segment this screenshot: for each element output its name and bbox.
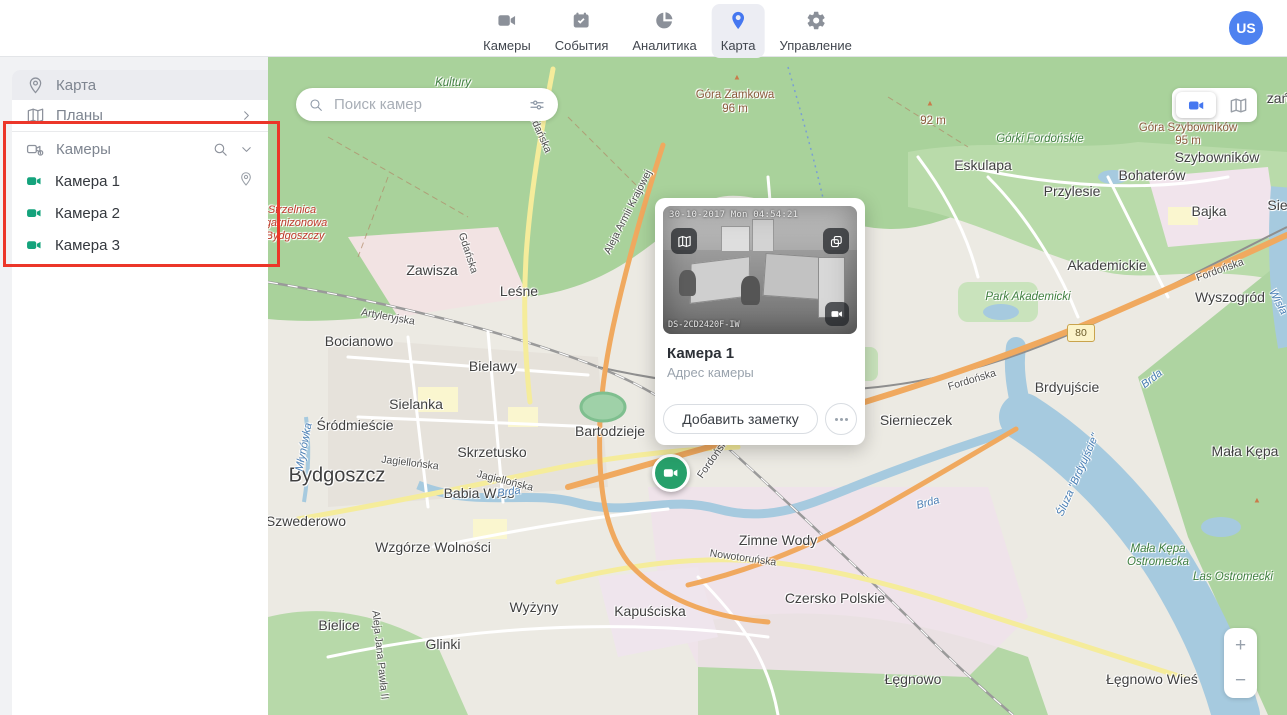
camera-map-marker[interactable]	[652, 454, 690, 492]
camera-list-item-1[interactable]: Камера 1	[12, 165, 268, 197]
video-camera-icon	[830, 307, 844, 321]
sidebar-panel: Карта Планы Камеры Камера 1	[12, 70, 268, 715]
nav-label: События	[555, 38, 609, 53]
nav-item-analytics[interactable]: Аналитика	[623, 4, 705, 58]
show-on-plan-button[interactable]	[671, 228, 697, 254]
add-note-button[interactable]: Добавить заметку	[663, 404, 818, 434]
nav-label: Карта	[721, 38, 756, 53]
user-avatar[interactable]: US	[1229, 11, 1263, 45]
map-pin-outline-icon	[26, 76, 45, 95]
camera-popup-card: 30-10-2017 Mon 04:54:21 DS-2CD2420F-IW К…	[655, 198, 865, 445]
chevron-down-icon[interactable]	[239, 142, 254, 157]
popup-camera-address: Адрес камеры	[667, 365, 754, 380]
cameras-layer-button[interactable]	[1176, 92, 1216, 118]
plans-layer-button[interactable]	[1229, 96, 1248, 115]
map-pin-outline-icon[interactable]	[238, 171, 254, 187]
main-nav: Камеры События Аналитика Карта	[474, 4, 861, 58]
pie-chart-icon	[654, 10, 675, 36]
camera-thumbnail[interactable]: 30-10-2017 Mon 04:54:21 DS-2CD2420F-IW	[663, 206, 857, 334]
map-canvas[interactable]: ZawiszaLeśneBocianowoBielawySielankaŚród…	[268, 57, 1287, 715]
camera-search-bar	[296, 88, 558, 121]
live-video-button[interactable]	[825, 302, 849, 326]
nav-item-cameras[interactable]: Камеры	[474, 4, 540, 58]
camera-list-item-3[interactable]: Камера 3	[12, 229, 268, 261]
popup-camera-title: Камера 1	[667, 345, 734, 362]
video-camera-icon	[496, 10, 517, 36]
cameras-group-icon	[26, 140, 45, 159]
nav-item-events[interactable]: События	[546, 4, 618, 58]
sidebar-item-label: Карта	[56, 77, 96, 94]
map-layer-toggle	[1172, 88, 1257, 122]
events-icon	[571, 10, 592, 36]
sidebar-item-map[interactable]: Карта	[12, 70, 268, 100]
camera-name: Камера 1	[55, 173, 120, 190]
left-sidebar: Карта Планы Камеры Камера 1	[0, 57, 268, 715]
camera-timestamp: 30-10-2017 Mon 04:54:21	[669, 210, 798, 220]
camera-list-item-2[interactable]: Камера 2	[12, 197, 268, 229]
nav-item-management[interactable]: Управление	[771, 4, 861, 58]
sidebar-cameras-header[interactable]: Камеры	[12, 133, 268, 165]
video-camera-icon	[662, 464, 680, 482]
gear-icon	[805, 10, 826, 36]
filter-icon[interactable]	[528, 96, 546, 114]
sidebar-item-label: Камеры	[56, 141, 111, 158]
nav-item-map[interactable]: Карта	[712, 4, 765, 58]
application-window: Камеры События Аналитика Карта	[0, 0, 1287, 715]
camera-icon	[26, 173, 43, 190]
folded-map-icon	[26, 106, 45, 125]
sidebar-divider	[12, 131, 268, 132]
folded-map-icon	[677, 234, 692, 249]
route-badge: 80	[1067, 324, 1095, 342]
camera-icon	[26, 237, 43, 254]
search-input[interactable]	[332, 95, 520, 114]
popup-footer: Добавить заметку	[663, 403, 857, 435]
camera-icon	[26, 205, 43, 222]
search-icon[interactable]	[212, 141, 229, 158]
map-zoom-control: + −	[1224, 628, 1257, 698]
more-options-button[interactable]	[825, 403, 857, 435]
nav-label: Камеры	[483, 38, 531, 53]
chevron-right-icon	[239, 108, 254, 123]
open-in-panel-button[interactable]	[823, 228, 849, 254]
top-navigation-bar: Камеры События Аналитика Карта	[0, 0, 1287, 57]
camera-name: Камера 3	[55, 237, 120, 254]
camera-model-label: DS-2CD2420F-IW	[668, 320, 740, 330]
zoom-in-button[interactable]: +	[1224, 628, 1257, 663]
zoom-out-button[interactable]: −	[1224, 663, 1257, 698]
sidebar-item-label: Планы	[56, 107, 103, 124]
camera-name: Камера 2	[55, 205, 120, 222]
map-pin-icon	[728, 10, 749, 36]
sidebar-item-plans[interactable]: Планы	[12, 100, 268, 130]
video-camera-icon	[1187, 96, 1206, 115]
search-icon	[308, 97, 324, 113]
nav-label: Управление	[780, 38, 852, 53]
nav-label: Аналитика	[632, 38, 696, 53]
overlap-squares-icon	[829, 234, 844, 249]
